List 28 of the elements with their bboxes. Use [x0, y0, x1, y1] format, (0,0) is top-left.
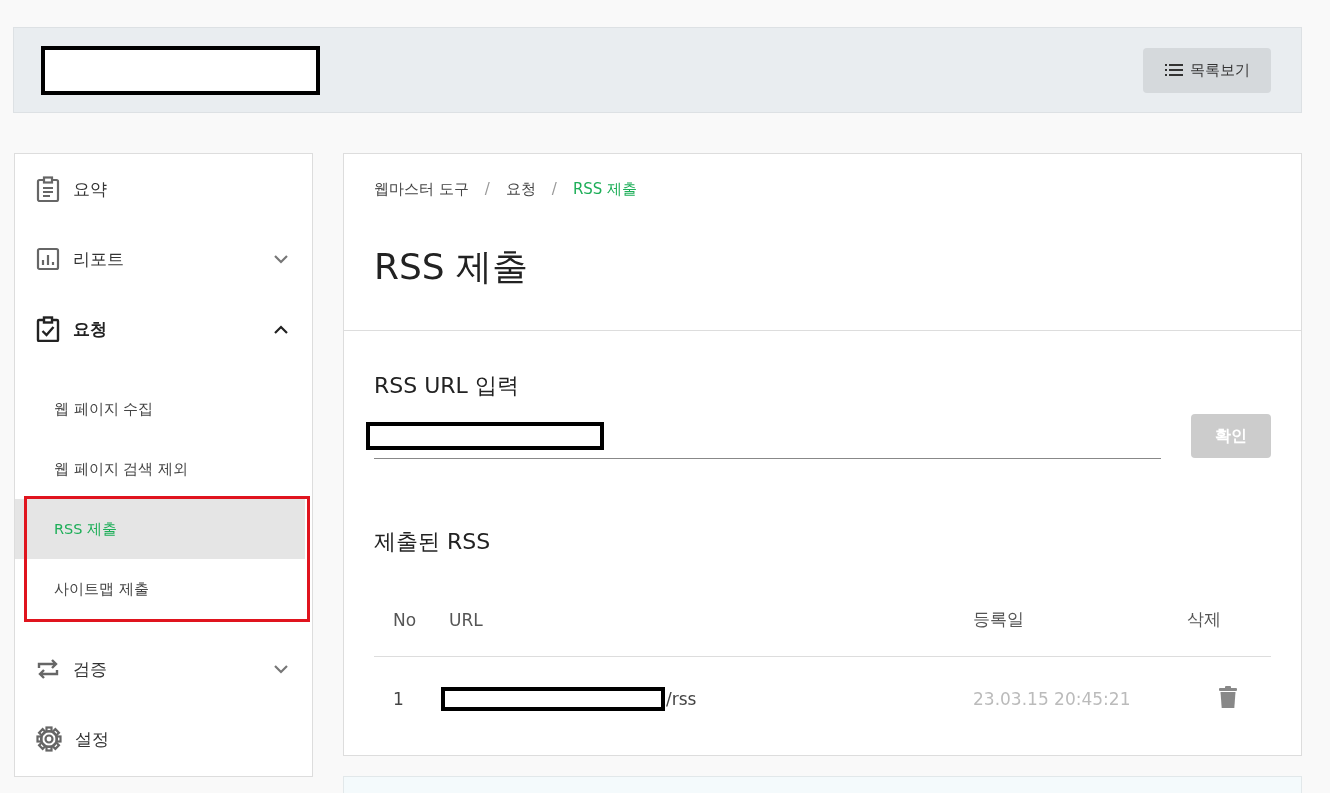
- breadcrumb-separator: /: [551, 180, 557, 199]
- page-title: RSS 제출: [374, 245, 530, 289]
- table-cell-text: 23.03.15 20:45:21: [973, 689, 1132, 709]
- breadcrumb-separator: /: [484, 180, 490, 199]
- sidebar-subitem[interactable]: 웹 페이지 수집: [15, 379, 305, 439]
- section-title: RSS URL 입력: [374, 372, 520, 400]
- sidebar-item-label: 요약: [73, 177, 108, 201]
- sidebar-item[interactable]: 요약: [15, 154, 312, 224]
- section-title: 제출된 RSS: [374, 528, 492, 556]
- sidebar-item[interactable]: 검증: [15, 634, 312, 704]
- column-header: No: [392, 609, 418, 630]
- breadcrumb-link[interactable]: 요청: [505, 180, 536, 199]
- sidebar-item-label: 요청: [73, 317, 108, 341]
- sidebar-item-label: 설정: [75, 727, 110, 751]
- sidebar-subitem[interactable]: 웹 페이지 검색 제외: [15, 439, 305, 499]
- column-header: 삭제: [1186, 608, 1222, 631]
- sidebar-item[interactable]: 설정: [15, 704, 312, 774]
- sidebar-item[interactable]: 리포트: [15, 224, 312, 294]
- column-header: URL: [449, 609, 484, 630]
- sidebar-item-label: 검증: [73, 657, 108, 681]
- table-cell: /rss: [666, 689, 697, 709]
- sidebar-subitem[interactable]: 사이트맵 제출: [15, 559, 305, 619]
- list-view-button[interactable]: 목록보기: [1143, 47, 1271, 93]
- table-cell-text: 1: [392, 689, 405, 709]
- sidebar-item-label: 리포트: [73, 247, 125, 271]
- sidebar-item[interactable]: 요청: [15, 294, 312, 364]
- column-header: 등록일: [973, 608, 1025, 631]
- breadcrumb-link[interactable]: 웹마스터 도구: [374, 180, 469, 199]
